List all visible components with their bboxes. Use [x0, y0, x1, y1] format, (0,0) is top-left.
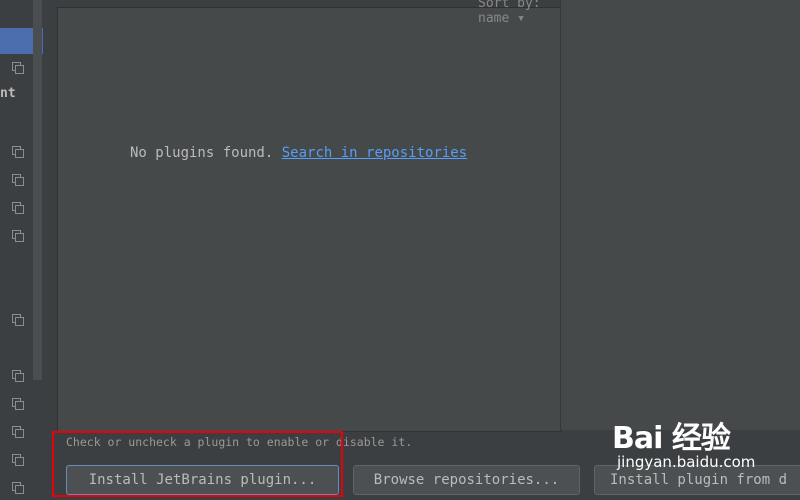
watermark-logo-text: Bai 经验	[612, 421, 731, 456]
project-settings-icon	[12, 62, 24, 74]
project-settings-icon	[12, 454, 24, 466]
watermark-url: jingyan.baidu.com	[617, 453, 756, 471]
project-settings-icon	[12, 202, 24, 214]
project-settings-icon	[12, 146, 24, 158]
empty-state: No plugins found. Search in repositories	[130, 145, 467, 161]
highlight-annotation	[52, 431, 343, 497]
plugin-list[interactable]: Sort by: name ▾ No plugins found. Search…	[57, 0, 562, 432]
project-settings-icon	[12, 426, 24, 438]
sidebar-item-label[interactable]: nt	[0, 86, 16, 101]
project-settings-icon	[12, 370, 24, 382]
sort-dropdown[interactable]: Sort by: name ▾	[478, 0, 561, 26]
plugin-details-panel	[561, 0, 800, 430]
empty-message: No plugins found.	[130, 145, 274, 161]
sidebar-scrollbar[interactable]	[33, 0, 42, 380]
baidu-watermark: Bai 经验 jingyan.baidu.com	[612, 413, 755, 471]
browse-repositories-button[interactable]: Browse repositories...	[353, 465, 580, 495]
project-settings-icon	[12, 314, 24, 326]
search-in-repositories-link[interactable]: Search in repositories	[282, 145, 467, 161]
project-settings-icon	[12, 398, 24, 410]
project-settings-icon	[12, 482, 24, 494]
settings-sidebar	[0, 0, 32, 500]
baidu-logo: Bai 经验	[612, 413, 755, 457]
project-settings-icon	[12, 230, 24, 242]
project-settings-icon	[12, 174, 24, 186]
